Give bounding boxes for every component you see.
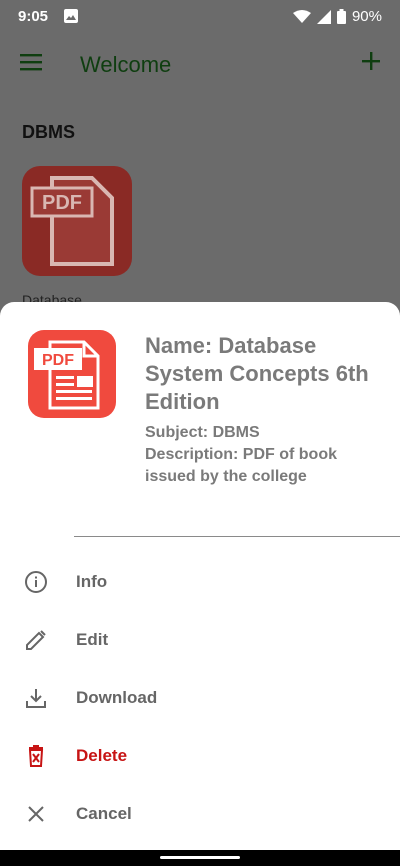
menu-item-label: Download bbox=[76, 688, 158, 707]
pdf-icon: PDF bbox=[28, 330, 116, 418]
close-icon bbox=[28, 806, 44, 822]
menu-item-edit[interactable]: Edit bbox=[0, 612, 400, 670]
status-bar: 9:05 90% bbox=[0, 0, 400, 34]
menu-item-info[interactable]: Info bbox=[0, 554, 400, 612]
signal-icon bbox=[316, 9, 331, 24]
file-subject: Subject: DBMS bbox=[145, 424, 260, 441]
divider bbox=[74, 536, 400, 537]
battery-percent: 90% bbox=[351, 8, 382, 25]
file-description: Description: PDF of book issued by the c… bbox=[145, 446, 337, 485]
wifi-icon bbox=[292, 9, 311, 23]
pdf-file-tile[interactable]: PDF bbox=[22, 166, 132, 276]
menu-item-label: Delete bbox=[76, 746, 128, 765]
status-time: 9:05 bbox=[18, 8, 49, 25]
pdf-icon-text: PDF bbox=[42, 352, 74, 369]
battery-icon bbox=[336, 9, 346, 24]
trash-icon bbox=[28, 745, 44, 767]
file-name: Name: Database System Concepts 6th Editi… bbox=[145, 333, 369, 414]
pdf-icon-text: PDF bbox=[42, 192, 82, 214]
pencil-icon bbox=[26, 630, 46, 650]
menu-item-delete[interactable]: Delete bbox=[0, 728, 400, 786]
menu-item-label: Info bbox=[76, 572, 108, 591]
info-icon bbox=[25, 571, 47, 593]
section-title: DBMS bbox=[22, 122, 75, 142]
hamburger-menu-icon[interactable] bbox=[20, 53, 42, 71]
bottom-sheet: PDF Name: Database System Concepts 6th E… bbox=[0, 302, 400, 850]
page-title: Welcome bbox=[80, 52, 172, 77]
home-gesture-pill[interactable] bbox=[160, 856, 240, 859]
plus-icon[interactable] bbox=[360, 50, 382, 72]
status-right: 90% bbox=[292, 8, 382, 25]
download-icon bbox=[26, 689, 46, 708]
image-icon bbox=[64, 9, 78, 23]
system-nav-bar bbox=[0, 850, 400, 866]
file-details: Name: Database System Concepts 6th Editi… bbox=[145, 332, 375, 488]
app-bar: Welcome bbox=[0, 34, 400, 96]
action-menu: Info Edit Download Delete Cancel bbox=[0, 554, 400, 844]
menu-item-cancel[interactable]: Cancel bbox=[0, 786, 400, 844]
pdf-icon: PDF bbox=[30, 176, 114, 266]
menu-item-label: Cancel bbox=[76, 804, 132, 823]
menu-item-download[interactable]: Download bbox=[0, 670, 400, 728]
menu-item-label: Edit bbox=[76, 630, 109, 649]
